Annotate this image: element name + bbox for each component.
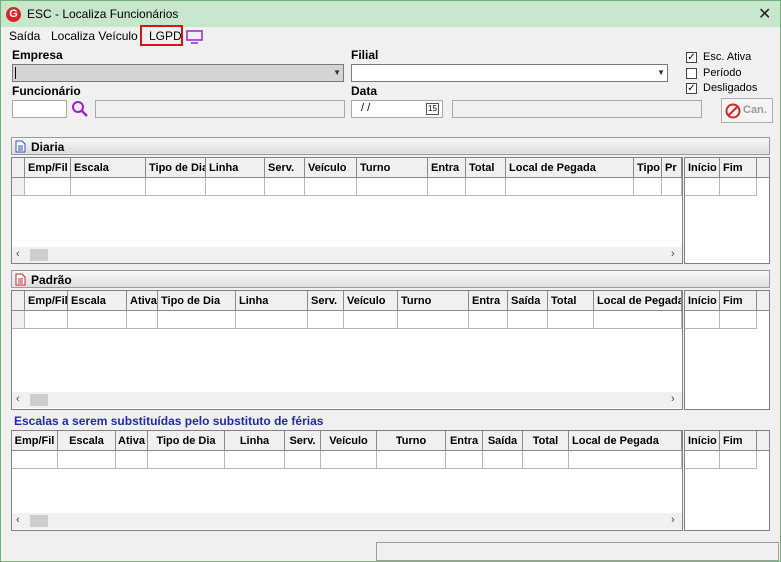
date-input[interactable]: / / 15 — [351, 100, 443, 118]
empresa-label: Empresa — [12, 48, 63, 62]
horizontal-scrollbar[interactable]: ‹ › — [12, 247, 682, 263]
menu-lgpd[interactable]: LGPD — [149, 28, 182, 44]
padrao-grid[interactable]: Emp/Fil Escala Ativa Tipo de Dia Linha S… — [11, 290, 683, 410]
column-header[interactable]: Serv. — [308, 291, 344, 311]
cancel-label: Can. — [743, 104, 767, 116]
column-header[interactable]: Linha — [225, 431, 285, 451]
column-header[interactable]: Saída — [508, 291, 548, 311]
diaria-title: Diaria — [31, 140, 65, 154]
monitor-icon[interactable] — [186, 30, 203, 47]
main-window: G ESC - Localiza Funcionários ✕ Saída Lo… — [0, 0, 781, 562]
column-header[interactable]: Ativa — [127, 291, 158, 311]
column-header[interactable]: Total — [523, 431, 569, 451]
column-header[interactable]: Entra — [446, 431, 483, 451]
esc-ativa-checkbox[interactable]: ✓ — [686, 52, 697, 63]
column-header[interactable]: Fim — [720, 291, 757, 311]
menu-localiza-veiculo[interactable]: Localiza Veículo — [51, 28, 138, 44]
column-header[interactable]: Turno — [357, 158, 428, 178]
column-header[interactable]: Turno — [377, 431, 446, 451]
column-header[interactable]: Serv. — [265, 158, 305, 178]
horizontal-scrollbar[interactable]: ‹ › — [12, 392, 682, 408]
diaria-grid[interactable]: Emp/Fil Escala Tipo de Dia Linha Serv. V… — [11, 157, 683, 264]
close-icon[interactable]: ✕ — [758, 4, 771, 24]
column-header[interactable]: Turno — [398, 291, 469, 311]
menu-lgpd-highlight[interactable]: LGPD — [140, 25, 183, 46]
filial-label: Filial — [351, 48, 379, 62]
column-header[interactable]: Tipo de Dia — [158, 291, 236, 311]
column-header[interactable]: Local de Pegada — [594, 291, 682, 311]
funcionario-code-input[interactable] — [12, 100, 67, 118]
column-header[interactable]: Tipo — [634, 158, 662, 178]
column-header[interactable]: Entra — [469, 291, 508, 311]
diaria-dates-grid[interactable]: Início Fim — [684, 157, 770, 264]
substituidas-dates-grid[interactable]: Início Fim — [684, 430, 770, 531]
column-header[interactable]: Veículo — [344, 291, 398, 311]
column-header[interactable]: Ativa — [116, 431, 148, 451]
search-icon[interactable] — [71, 100, 89, 121]
desligados-label: Desligados — [703, 82, 758, 94]
padrao-title: Padrão — [31, 273, 72, 287]
scroll-right-icon[interactable]: › — [671, 393, 675, 405]
periodo-label: Período — [703, 67, 742, 79]
filial-select[interactable]: ▼ — [351, 64, 668, 82]
padrao-dates-grid[interactable]: Início Fim — [684, 290, 770, 410]
column-header[interactable]: Fim — [720, 158, 757, 178]
scroll-right-icon[interactable]: › — [671, 248, 675, 260]
calendar-icon[interactable]: 15 — [426, 103, 439, 115]
substituidas-grid[interactable]: Emp/Fil Escala Ativa Tipo de Dia Linha S… — [11, 430, 683, 531]
funcionario-name-field — [95, 100, 345, 118]
column-header[interactable]: Veículo — [321, 431, 377, 451]
periodo-checkbox[interactable] — [686, 68, 697, 79]
column-header[interactable]: Linha — [236, 291, 308, 311]
empresa-select[interactable]: ▼ — [12, 64, 344, 82]
substituidas-title: Escalas a serem substituídas pelo substi… — [14, 414, 324, 428]
column-header[interactable]: Linha — [206, 158, 265, 178]
column-header[interactable]: Tipo de Dia — [146, 158, 206, 178]
data-label: Data — [351, 84, 378, 98]
chevron-down-icon[interactable]: ▼ — [657, 68, 665, 77]
padrao-header: Padrão — [11, 270, 770, 288]
column-header[interactable]: Veículo — [305, 158, 357, 178]
column-header[interactable]: Início — [685, 291, 720, 311]
window-title: ESC - Localiza Funcionários — [27, 7, 179, 21]
column-header[interactable]: Local de Pegada — [506, 158, 634, 178]
column-header[interactable]: Entra — [428, 158, 466, 178]
column-header[interactable]: Escala — [71, 158, 146, 178]
title-bar: G ESC - Localiza Funcionários ✕ — [1, 1, 780, 27]
column-header[interactable]: Início — [685, 158, 720, 178]
status-bar — [376, 542, 779, 561]
desligados-checkbox[interactable]: ✓ — [686, 83, 697, 94]
column-header[interactable]: Tipo de Dia — [148, 431, 225, 451]
column-header[interactable]: Escala — [58, 431, 116, 451]
scroll-left-icon[interactable]: ‹ — [16, 248, 20, 260]
column-header[interactable]: Pr — [662, 158, 682, 178]
esc-ativa-label: Esc. Ativa — [703, 51, 752, 63]
no-entry-icon — [725, 103, 741, 119]
column-header[interactable]: Início — [685, 431, 720, 451]
column-header[interactable]: Emp/Fil — [25, 158, 71, 178]
menu-saida[interactable]: Saída — [9, 28, 40, 44]
app-logo-icon: G — [6, 7, 21, 22]
diaria-header: Diaria — [11, 137, 770, 155]
scroll-right-icon[interactable]: › — [671, 514, 675, 526]
cancel-button[interactable]: Can. — [721, 98, 773, 123]
column-header[interactable]: Saída — [483, 431, 523, 451]
column-header[interactable]: Total — [466, 158, 506, 178]
column-header[interactable]: Total — [548, 291, 594, 311]
scroll-left-icon[interactable]: ‹ — [16, 393, 20, 405]
data-description-field — [452, 100, 702, 118]
horizontal-scrollbar[interactable]: ‹ › — [12, 513, 682, 529]
column-header[interactable]: Fim — [720, 431, 757, 451]
scroll-left-icon[interactable]: ‹ — [16, 514, 20, 526]
column-header[interactable]: Emp/Fil — [25, 291, 68, 311]
column-header[interactable]: Escala — [68, 291, 127, 311]
document-red-icon — [15, 273, 26, 286]
document-icon — [15, 140, 26, 153]
column-header[interactable]: Serv. — [285, 431, 321, 451]
chevron-down-icon[interactable]: ▼ — [333, 68, 341, 77]
column-header[interactable]: Emp/Fil — [12, 431, 58, 451]
column-header[interactable]: Local de Pegada — [569, 431, 682, 451]
funcionario-label: Funcionário — [12, 84, 81, 98]
